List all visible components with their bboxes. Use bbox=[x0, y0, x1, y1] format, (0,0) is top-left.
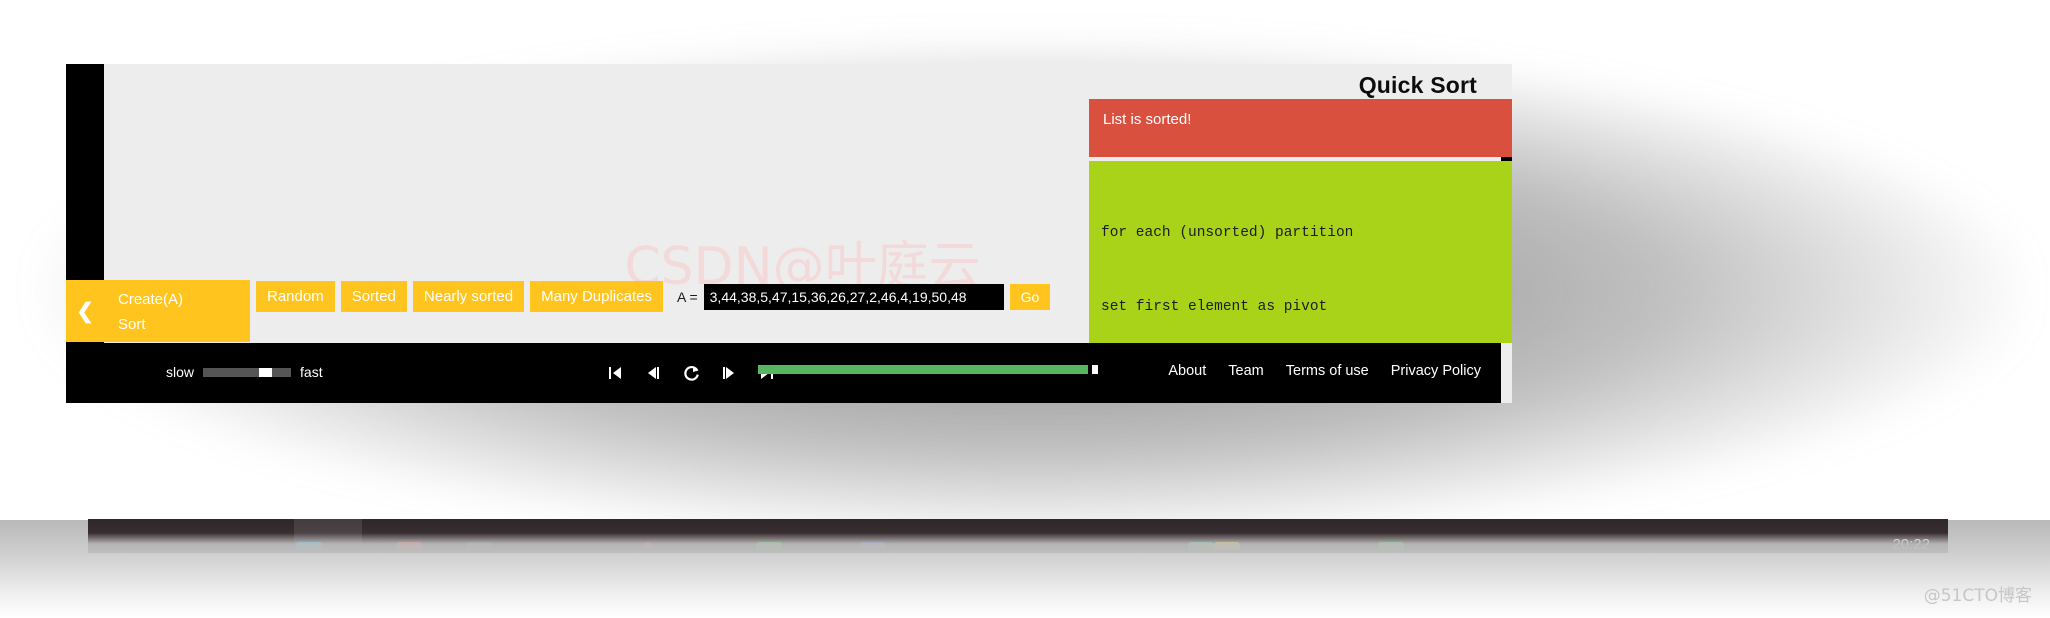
control-bar: Create(A) Sort Random Sorted Nearly sort… bbox=[104, 280, 1501, 342]
go-button[interactable]: Go bbox=[1009, 283, 1051, 310]
array-input[interactable] bbox=[703, 283, 1004, 310]
chevron-left-icon[interactable]: ❮ bbox=[66, 280, 104, 342]
array-input-label: A = bbox=[677, 288, 698, 305]
status-alert: List is sorted! bbox=[1089, 99, 1501, 157]
footer-link-terms[interactable]: Terms of use bbox=[1286, 363, 1369, 379]
screenshot-root: 20:22 ❮ Quick Sort CSDN@叶庭云 List is sort… bbox=[0, 0, 2050, 618]
menu-item-create[interactable]: Create(A) bbox=[118, 287, 236, 312]
footer-link-team[interactable]: Team bbox=[1228, 363, 1263, 379]
taskbar-icon-5[interactable] bbox=[756, 542, 782, 550]
speed-slider[interactable] bbox=[203, 367, 292, 377]
windows-taskbar: 20:22 bbox=[88, 519, 1948, 551]
taskbar-icon-8[interactable] bbox=[1214, 542, 1240, 550]
preset-many-duplicates-button[interactable]: Many Duplicates bbox=[530, 281, 663, 312]
progress-fill bbox=[758, 365, 1088, 374]
pseudocode-line: for each (unsorted) partition bbox=[1101, 225, 1354, 241]
taskbar-icon-9[interactable] bbox=[1378, 542, 1404, 550]
step-backward-icon[interactable] bbox=[642, 362, 664, 384]
skip-to-start-icon[interactable] bbox=[604, 362, 626, 384]
array-input-group: A = Go bbox=[677, 283, 1051, 310]
taskbar-icon-4[interactable] bbox=[644, 542, 652, 550]
app-window: ❮ Quick Sort CSDN@叶庭云 List is sorted! fo… bbox=[66, 64, 1512, 403]
taskbar-icon-2[interactable] bbox=[396, 542, 422, 550]
taskbar-icon-6[interactable] bbox=[860, 542, 886, 550]
action-menu: Create(A) Sort bbox=[104, 280, 250, 342]
taskbar-clock: 20:22 bbox=[1892, 536, 1930, 551]
menu-item-sort[interactable]: Sort bbox=[118, 312, 236, 337]
progress-slider[interactable] bbox=[758, 365, 1098, 374]
preset-random-button[interactable]: Random bbox=[256, 281, 335, 312]
progress-thumb[interactable] bbox=[1092, 365, 1098, 374]
footer-link-about[interactable]: About bbox=[1168, 363, 1206, 379]
taskbar-icon-1[interactable] bbox=[296, 542, 322, 550]
clipped-edge-strip bbox=[1501, 64, 1512, 403]
clip-foot bbox=[1501, 343, 1512, 403]
taskbar-icon-7[interactable] bbox=[1188, 542, 1214, 550]
transport-controls bbox=[604, 357, 778, 389]
speed-slow-label: slow bbox=[166, 364, 195, 380]
speed-slider-group: slow fast bbox=[166, 364, 323, 380]
left-rail: ❮ bbox=[66, 64, 104, 403]
corner-watermark: @51CTO博客 bbox=[1923, 586, 2032, 606]
footer-bar: slow fast About Team Terms of use Privac… bbox=[104, 343, 1501, 403]
preset-button-row: Random Sorted Nearly sorted Many Duplica… bbox=[256, 281, 1051, 312]
speed-fast-label: fast bbox=[300, 364, 323, 380]
replay-icon[interactable] bbox=[680, 362, 702, 384]
taskbar-icon-3[interactable] bbox=[466, 542, 492, 550]
speed-slider-thumb[interactable] bbox=[259, 367, 273, 377]
footer-link-privacy[interactable]: Privacy Policy bbox=[1391, 363, 1481, 379]
clip-code bbox=[1501, 161, 1512, 343]
clip-head bbox=[1501, 64, 1512, 99]
step-forward-icon[interactable] bbox=[718, 362, 740, 384]
footer-links: About Team Terms of use Privacy Policy bbox=[1168, 363, 1481, 379]
preset-sorted-button[interactable]: Sorted bbox=[340, 281, 407, 312]
page-title: Quick Sort bbox=[1358, 72, 1477, 98]
preset-nearly-sorted-button[interactable]: Nearly sorted bbox=[412, 281, 525, 312]
clip-alert bbox=[1501, 99, 1512, 157]
